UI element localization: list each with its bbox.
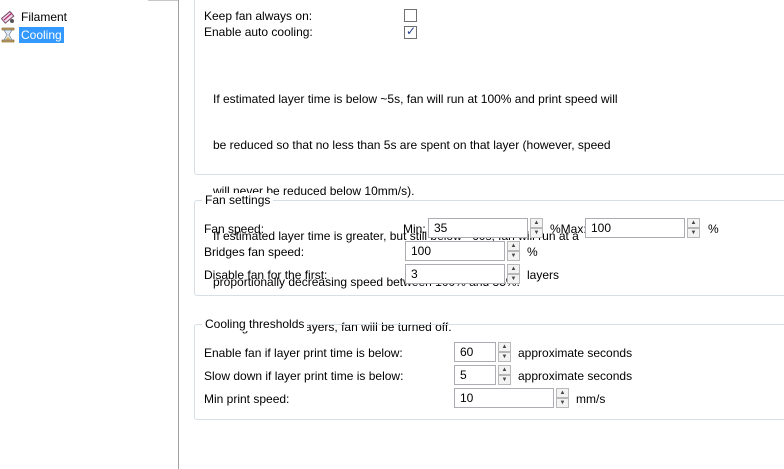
auto-cooling-label: Enable auto cooling: bbox=[204, 25, 313, 39]
fan-speed-label: Fan speed: bbox=[204, 222, 265, 236]
tree-item-label: Filament bbox=[21, 9, 68, 24]
min-print-speed-unit: mm/s bbox=[576, 392, 606, 406]
disable-fan-unit: layers bbox=[527, 268, 560, 282]
keep-fan-label: Keep fan always on: bbox=[204, 9, 313, 23]
spin-down-button[interactable]: ▼ bbox=[687, 228, 700, 238]
enable-fan-threshold-label: Enable fan if layer print time is below: bbox=[204, 346, 403, 360]
filament-spool-icon bbox=[0, 9, 16, 25]
group-title: Cooling thresholds bbox=[202, 317, 308, 331]
tree-item-filament[interactable]: Filament bbox=[0, 8, 69, 25]
min-print-speed-input[interactable]: 10 bbox=[454, 388, 554, 408]
spin-down-button[interactable]: ▼ bbox=[498, 375, 511, 385]
max-unit: % bbox=[708, 222, 719, 236]
max-label: %Max: bbox=[550, 222, 587, 236]
disable-fan-input[interactable]: 3 bbox=[405, 264, 505, 284]
disable-fan-label: Disable fan for the first: bbox=[204, 268, 328, 282]
spin-down-button[interactable]: ▼ bbox=[498, 352, 511, 362]
slow-down-threshold-unit: approximate seconds bbox=[518, 369, 633, 383]
settings-tree[interactable]: Filament Cooling bbox=[0, 0, 179, 469]
spin-down-button[interactable]: ▼ bbox=[507, 251, 520, 261]
bridges-unit: % bbox=[527, 245, 538, 259]
min-print-speed-label: Min print speed: bbox=[204, 392, 290, 406]
slow-down-threshold-input[interactable]: 5 bbox=[454, 365, 496, 385]
slow-down-threshold-spinner[interactable]: ▲ ▼ bbox=[498, 365, 511, 385]
min-print-speed-spinner[interactable]: ▲ ▼ bbox=[556, 388, 569, 408]
spin-up-button[interactable]: ▲ bbox=[507, 241, 520, 251]
group-title: Fan settings bbox=[202, 193, 274, 207]
slow-down-threshold-label: Slow down if layer print time is below: bbox=[204, 369, 404, 383]
spin-down-button[interactable]: ▼ bbox=[507, 274, 520, 284]
bridges-fan-speed-label: Bridges fan speed: bbox=[204, 245, 305, 259]
spin-up-button[interactable]: ▲ bbox=[556, 388, 569, 398]
keep-fan-checkbox[interactable] bbox=[404, 9, 417, 22]
auto-cooling-checkbox[interactable]: ✓ bbox=[404, 24, 417, 39]
fan-max-input[interactable]: 100 bbox=[585, 218, 685, 238]
tree-top-divider bbox=[148, 0, 178, 1]
enable-fan-threshold-input[interactable]: 60 bbox=[454, 342, 496, 362]
spin-up-button[interactable]: ▲ bbox=[687, 218, 700, 228]
hourglass-icon bbox=[0, 27, 16, 43]
spin-up-button[interactable]: ▲ bbox=[498, 342, 511, 352]
cooling-settings-panel: Keep fan always on: Enable auto cooling:… bbox=[179, 0, 784, 469]
disable-fan-spinner[interactable]: ▲ ▼ bbox=[507, 264, 520, 284]
spin-up-button[interactable]: ▲ bbox=[530, 218, 543, 228]
fan-min-spinner[interactable]: ▲ ▼ bbox=[530, 218, 543, 238]
description-line: will never be reduced below 10mm/s). bbox=[213, 183, 415, 198]
spin-down-button[interactable]: ▼ bbox=[556, 398, 569, 408]
spin-up-button[interactable]: ▲ bbox=[507, 264, 520, 274]
fan-min-input[interactable]: 35 bbox=[428, 218, 528, 238]
bridges-fan-speed-spinner[interactable]: ▲ ▼ bbox=[507, 241, 520, 261]
enable-fan-threshold-spinner[interactable]: ▲ ▼ bbox=[498, 342, 511, 362]
spin-up-button[interactable]: ▲ bbox=[498, 365, 511, 375]
tree-item-cooling[interactable]: Cooling bbox=[0, 26, 64, 43]
enable-fan-threshold-unit: approximate seconds bbox=[518, 346, 633, 360]
spin-down-button[interactable]: ▼ bbox=[530, 228, 543, 238]
min-label: Min: bbox=[403, 222, 426, 236]
tree-item-label: Cooling bbox=[19, 26, 64, 43]
bridges-fan-speed-input[interactable]: 100 bbox=[405, 241, 505, 261]
checkmark-icon: ✓ bbox=[406, 24, 417, 38]
description-line: If estimated layer time is below ~5s, fa… bbox=[213, 92, 618, 107]
fan-max-spinner[interactable]: ▲ ▼ bbox=[687, 218, 700, 238]
description-line: be reduced so that no less than 5s are s… bbox=[213, 138, 611, 153]
